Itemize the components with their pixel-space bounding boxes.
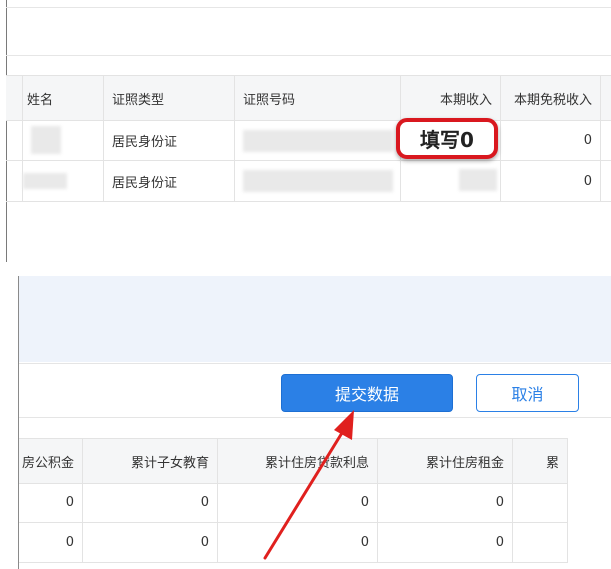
children-education-cell: 0	[83, 483, 218, 522]
overflow-cell	[601, 120, 611, 160]
tax-free-income-cell[interactable]: 0	[501, 120, 601, 160]
header-housing-rent[interactable]: 累计住房租金	[378, 439, 513, 483]
submit-data-button[interactable]: 提交数据	[281, 374, 453, 412]
housing-loan-interest-cell: 0	[218, 523, 378, 562]
table-row[interactable]: 0 0 0 0	[19, 483, 568, 523]
blurred-income	[459, 169, 497, 191]
header-id-type[interactable]: 证照类型	[104, 76, 235, 120]
header-current-income[interactable]: 本期收入	[401, 76, 501, 120]
header-name[interactable]: 姓名	[19, 76, 104, 120]
table-row[interactable]: 0 0 0 0	[19, 523, 568, 563]
blurred-id-number	[243, 130, 393, 152]
bottom-screenshot-panel: 提交数据 取消 房公积金 累计子女教育 累计住房贷款利息 累计住房租金 累 0 …	[0, 276, 611, 569]
header-tax-free-income[interactable]: 本期免税收入	[501, 76, 601, 120]
housing-fund-cell: 0	[19, 483, 83, 522]
divider-line	[19, 417, 611, 418]
header-children-education[interactable]: 累计子女教育	[83, 439, 218, 483]
overflow-cell	[513, 523, 568, 562]
table-row[interactable]: 居民身份证 0	[6, 161, 611, 202]
header-overflow-column[interactable]: 累	[513, 439, 568, 483]
header-overflow-column	[601, 76, 611, 120]
info-banner	[19, 276, 611, 362]
header-id-number[interactable]: 证照号码	[235, 76, 401, 120]
blurred-id-number	[243, 170, 393, 192]
table-header-row: 房公积金 累计子女教育 累计住房贷款利息 累计住房租金 累	[19, 438, 568, 484]
children-education-cell: 0	[83, 523, 218, 562]
divider-line	[19, 363, 611, 364]
id-type-cell: 居民身份证	[104, 120, 235, 160]
housing-rent-cell: 0	[378, 483, 513, 522]
tax-free-income-cell[interactable]: 0	[501, 161, 601, 201]
divider-line	[6, 7, 611, 8]
blurred-name	[31, 126, 61, 154]
divider-line	[6, 55, 611, 56]
housing-loan-interest-cell: 0	[218, 483, 378, 522]
table-row[interactable]: 居民身份证 0	[6, 120, 611, 161]
blurred-name	[23, 173, 67, 189]
name-cell	[19, 120, 104, 160]
id-number-cell	[235, 120, 401, 160]
id-type-cell: 居民身份证	[104, 161, 235, 201]
header-housing-fund[interactable]: 房公积金	[19, 439, 83, 483]
overflow-cell	[601, 161, 611, 201]
housing-rent-cell: 0	[378, 523, 513, 562]
top-screenshot-panel: 姓名 证照类型 证照号码 本期收入 本期免税收入 居民身份证 0 居民身份证 0…	[0, 0, 611, 262]
housing-fund-cell: 0	[19, 523, 83, 562]
overflow-cell	[513, 483, 568, 522]
fill-zero-callout: 填写0	[396, 118, 498, 159]
id-number-cell	[235, 161, 401, 201]
table-header-row: 姓名 证照类型 证照号码 本期收入 本期免税收入	[6, 75, 611, 121]
cancel-button[interactable]: 取消	[476, 374, 579, 412]
current-income-cell[interactable]	[401, 161, 501, 201]
header-housing-loan-interest[interactable]: 累计住房贷款利息	[218, 439, 378, 483]
name-cell	[19, 161, 104, 201]
